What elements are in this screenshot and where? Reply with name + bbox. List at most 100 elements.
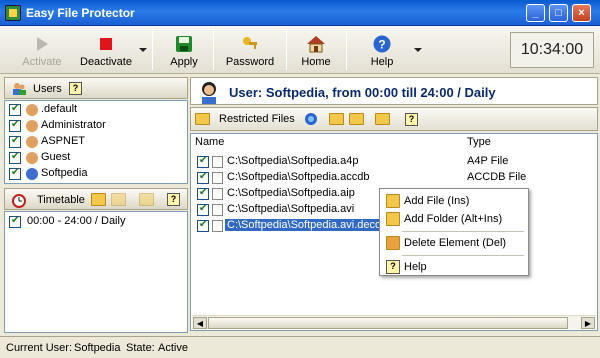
user-checkbox[interactable] [9, 135, 21, 148]
file-type: A4P File [467, 155, 509, 167]
column-header-type[interactable]: Type [463, 134, 597, 150]
help-dropdown-icon[interactable] [414, 48, 422, 52]
home-label: Home [301, 56, 331, 68]
users-icon [13, 83, 26, 95]
restricted-help-icon[interactable]: ? [405, 113, 418, 126]
play-icon [37, 37, 48, 51]
add-timetable-icon[interactable] [91, 193, 106, 206]
timetable-help-icon[interactable]: ? [167, 193, 180, 206]
deactivate-button[interactable]: Deactivate [74, 28, 138, 72]
user-icon [26, 152, 38, 164]
deactivate-dropdown-icon[interactable] [139, 48, 147, 52]
menu-item-delete-element[interactable]: Delete Element (Del) [382, 234, 526, 252]
svg-text:?: ? [378, 38, 385, 52]
apply-button[interactable]: Apply [158, 28, 210, 72]
user-label: ASPNET [41, 135, 86, 147]
file-name: C:\Softpedia\Softpedia.avi [227, 203, 355, 215]
file-icon [212, 156, 223, 168]
scroll-thumb[interactable] [208, 317, 568, 329]
help-label: Help [370, 56, 394, 68]
scroll-left-icon[interactable]: ◀ [193, 317, 207, 329]
edit-timetable-icon[interactable] [111, 193, 126, 206]
user-checkbox[interactable] [9, 119, 21, 132]
save-disk-icon [176, 36, 192, 52]
user-icon [26, 104, 38, 116]
app-icon [5, 5, 21, 21]
activate-button[interactable]: Activate [14, 28, 70, 72]
file-name: C:\Softpedia\Softpedia.accdb [227, 171, 370, 183]
delete-timetable-icon[interactable] [139, 193, 154, 206]
toolbar-separator [213, 30, 214, 70]
help-icon: ? [386, 260, 400, 274]
row-checkbox[interactable] [197, 219, 209, 232]
row-checkbox[interactable] [197, 155, 209, 168]
user-checkbox[interactable] [9, 151, 21, 164]
password-button[interactable]: Password [218, 28, 282, 72]
table-row[interactable]: C:\Softpedia\Softpedia.accdb ACCDB File [195, 170, 595, 186]
add-file-icon [386, 194, 400, 208]
current-user-value: Softpedia [74, 342, 121, 354]
timetable-panel-header: Timetable ? [4, 188, 188, 210]
context-menu: Add File (Ins) Add Folder (Alt+Ins) Dele… [379, 188, 529, 276]
current-user-label: Current User: [6, 342, 73, 354]
add-file-icon[interactable] [329, 113, 344, 125]
user-checkbox[interactable] [9, 167, 21, 180]
toolbar-separator [346, 30, 347, 70]
file-type: ACCDB File [467, 171, 527, 183]
menu-item-label: Add Folder (Alt+Ins) [404, 213, 503, 225]
file-name: C:\Softpedia\Softpedia.avi.decode [225, 219, 396, 231]
users-panel-header: Users ? [4, 77, 188, 99]
alarm-clock-icon [12, 194, 26, 208]
menu-item-add-folder[interactable]: Add Folder (Alt+Ins) [382, 210, 526, 228]
help-button[interactable]: ? Help [354, 28, 410, 72]
row-checkbox[interactable] [197, 203, 209, 216]
state-label: State: [126, 342, 155, 354]
window-title: Easy File Protector [26, 6, 135, 20]
user-icon [26, 136, 38, 148]
stop-icon [100, 38, 112, 50]
menu-separator [402, 255, 524, 256]
file-icon [212, 204, 223, 216]
toolbar-separator [152, 30, 153, 70]
menu-item-label: Help [404, 261, 427, 273]
close-button[interactable]: × [572, 4, 591, 22]
row-checkbox[interactable] [197, 187, 209, 200]
user-label: Guest [41, 151, 71, 163]
timetable-label: 00:00 - 24:00 / Daily [27, 215, 126, 227]
horizontal-scrollbar[interactable]: ◀ ▶ [192, 315, 596, 329]
home-icon [307, 36, 325, 53]
user-checkbox[interactable] [9, 103, 21, 116]
minimize-button[interactable]: _ [526, 4, 545, 22]
file-icon [212, 220, 223, 232]
file-name: C:\Softpedia\Softpedia.aip [227, 187, 355, 199]
restricted-files-toolbar: Restricted Files ? [190, 107, 598, 131]
menu-item-label: Add File (Ins) [404, 195, 470, 207]
users-help-icon[interactable]: ? [69, 82, 82, 95]
scroll-right-icon[interactable]: ▶ [581, 317, 595, 329]
user-header: User: Softpedia, from 00:00 till 24:00 /… [190, 77, 598, 105]
restricted-files-label: Restricted Files [219, 113, 295, 125]
users-panel-title: Users [33, 83, 62, 95]
add-folder-icon[interactable] [349, 113, 364, 125]
timetable-checkbox[interactable] [9, 215, 21, 228]
clock-display: 10:34:00 [510, 32, 594, 68]
home-button[interactable]: Home [290, 28, 342, 72]
maximize-button[interactable]: □ [549, 4, 568, 22]
column-header-name[interactable]: Name [191, 134, 463, 150]
menu-item-add-file[interactable]: Add File (Ins) [382, 192, 526, 210]
row-checkbox[interactable] [197, 171, 209, 184]
user-label: .default [41, 103, 78, 115]
table-row[interactable]: C:\Softpedia\Softpedia.a4p A4P File [195, 154, 595, 170]
add-folder-icon [386, 212, 400, 226]
user-label: Softpedia [41, 167, 88, 179]
user-avatar-icon [202, 82, 216, 104]
deactivate-label: Deactivate [80, 56, 132, 68]
title-bar: Easy File Protector _ □ × [0, 0, 600, 26]
toolbar: Activate Deactivate Apply Password Home … [0, 26, 600, 74]
delete-element-icon[interactable] [375, 113, 390, 125]
user-icon [26, 168, 38, 180]
user-header-title: User: Softpedia, from 00:00 till 24:00 /… [229, 85, 496, 100]
menu-item-help[interactable]: ? Help [382, 258, 526, 276]
refresh-icon[interactable] [303, 111, 319, 127]
activate-label: Activate [22, 56, 62, 68]
